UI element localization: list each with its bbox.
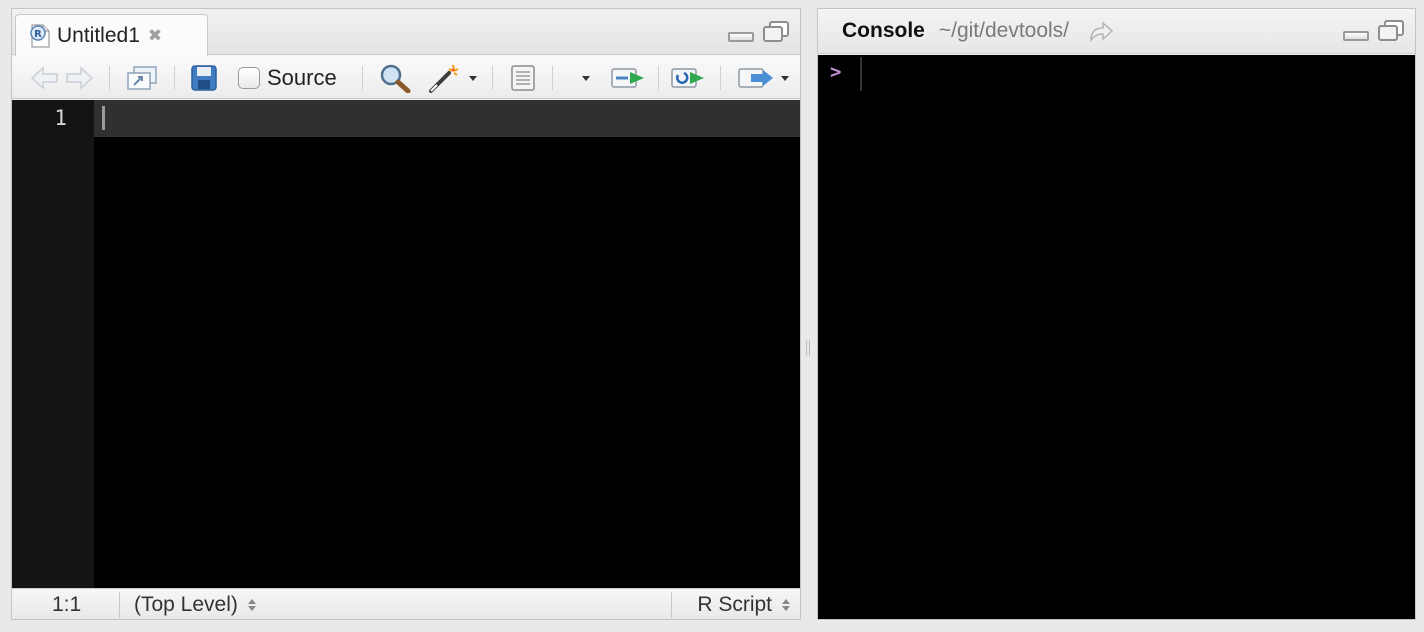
show-in-new-window-icon[interactable] bbox=[122, 64, 162, 92]
rerun-region-icon[interactable] bbox=[668, 64, 712, 92]
file-type-updown-icon bbox=[782, 599, 790, 611]
maximize-console-icon[interactable] bbox=[1377, 20, 1405, 42]
source-on-save-label: Source bbox=[267, 65, 337, 90]
editor-tab-bar: R Untitled1 ✖ bbox=[12, 9, 800, 56]
console-prompt: > bbox=[830, 61, 842, 83]
console-window-controls bbox=[1343, 20, 1405, 42]
magic-wand-icon bbox=[429, 64, 459, 93]
run-line-icon[interactable] bbox=[608, 64, 652, 92]
file-type-label: R Script bbox=[697, 593, 772, 616]
source-menu-caret-icon bbox=[781, 75, 789, 81]
go-forward-icon[interactable] bbox=[64, 64, 94, 92]
console-pane: Console ~/git/devtools/ > bbox=[817, 8, 1416, 620]
line-number: 1 bbox=[54, 106, 67, 130]
scope-label: (Top Level) bbox=[134, 593, 238, 616]
text-cursor bbox=[102, 106, 105, 130]
source-on-save-checkbox[interactable] bbox=[238, 67, 260, 89]
compile-report-icon[interactable] bbox=[506, 64, 540, 92]
source-on-save[interactable]: Source bbox=[238, 64, 337, 92]
close-tab-icon[interactable]: ✖ bbox=[148, 26, 162, 46]
source-file-icon bbox=[738, 68, 773, 88]
save-icon[interactable] bbox=[188, 64, 220, 92]
editor-status-bar: 1:1 (Top Level) R Script bbox=[12, 588, 800, 619]
compile-options-caret-icon[interactable] bbox=[578, 64, 594, 92]
source-editor-pane: R Untitled1 ✖ Source 1 1:1 (Top Level) R… bbox=[11, 8, 801, 620]
source-menu[interactable] bbox=[732, 64, 794, 92]
console-output[interactable]: > bbox=[818, 55, 1415, 619]
r-file-icon: R bbox=[29, 24, 51, 48]
code-tools-menu[interactable] bbox=[424, 64, 480, 93]
minimize-pane-icon[interactable] bbox=[728, 32, 754, 42]
console-header: Console ~/git/devtools/ bbox=[818, 9, 1415, 54]
code-tools-caret-icon bbox=[469, 75, 477, 81]
maximize-pane-icon[interactable] bbox=[762, 21, 790, 43]
scope-updown-icon bbox=[247, 599, 256, 611]
scope-selector[interactable]: (Top Level) bbox=[134, 593, 256, 617]
cursor-position: 1:1 bbox=[52, 593, 82, 616]
go-back-icon[interactable] bbox=[30, 64, 60, 92]
tab-untitled1[interactable]: R Untitled1 ✖ bbox=[15, 14, 208, 56]
svg-text:R: R bbox=[34, 29, 42, 40]
editor-toolbar: Source bbox=[12, 56, 800, 99]
go-to-directory-icon[interactable] bbox=[1087, 20, 1115, 43]
console-working-directory: ~/git/devtools/ bbox=[938, 19, 1070, 42]
minimize-console-icon[interactable] bbox=[1343, 31, 1369, 41]
tab-label: Untitled1 bbox=[57, 23, 140, 47]
line-number-gutter: 1 bbox=[12, 100, 94, 588]
file-type-selector[interactable]: R Script bbox=[697, 593, 790, 617]
console-input-cursor bbox=[860, 57, 862, 91]
code-editor[interactable] bbox=[94, 100, 800, 588]
editor-window-controls bbox=[728, 21, 790, 43]
find-replace-icon[interactable] bbox=[378, 64, 412, 93]
active-line-highlight bbox=[94, 100, 800, 137]
console-title: Console bbox=[842, 19, 925, 42]
pane-splitter[interactable] bbox=[806, 340, 810, 356]
